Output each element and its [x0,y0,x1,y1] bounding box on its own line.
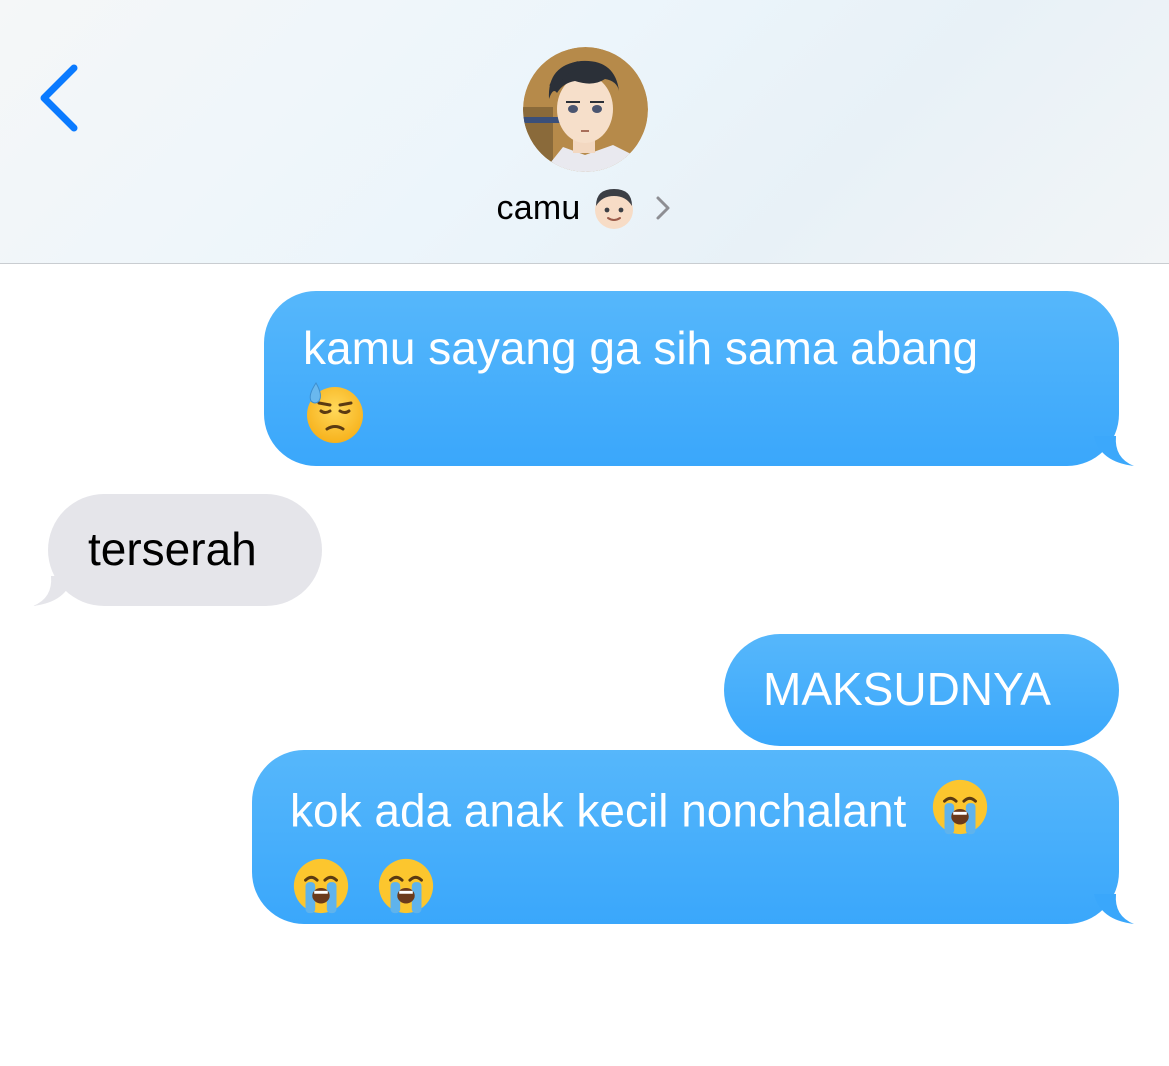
conversation-header: camu [0,0,1169,264]
bubble-tail [33,576,73,606]
back-button[interactable] [32,60,92,136]
outgoing-message-bubble[interactable]: kok ada anak kecil nonchalant [252,750,1119,924]
boy-emoji-icon [590,184,638,232]
downcast-face-with-sweat-emoji-icon [303,381,367,460]
message-text: kok ada anak kecil nonchalant [290,784,907,837]
outgoing-message-bubble[interactable]: MAKSUDNYA [724,634,1119,746]
incoming-message-bubble[interactable]: terserah [48,494,322,606]
contact-name: camu [496,188,581,227]
loudly-crying-face-emoji-icon [290,855,352,932]
loudly-crying-face-emoji-icon [929,776,991,853]
chevron-left-icon [40,64,78,132]
contact-info-button[interactable]: camu [0,184,1169,234]
chevron-right-icon [654,194,672,222]
bubble-tail [1094,894,1134,924]
message-text: kamu sayang ga sih sama abang [303,322,979,374]
contact-avatar[interactable] [523,47,648,172]
message-text: MAKSUDNYA [763,663,1051,715]
loudly-crying-face-emoji-icon [375,855,437,932]
outgoing-message-bubble[interactable]: kamu sayang ga sih sama abang [264,291,1119,466]
bubble-tail [1094,436,1134,466]
message-text: terserah [88,523,257,575]
